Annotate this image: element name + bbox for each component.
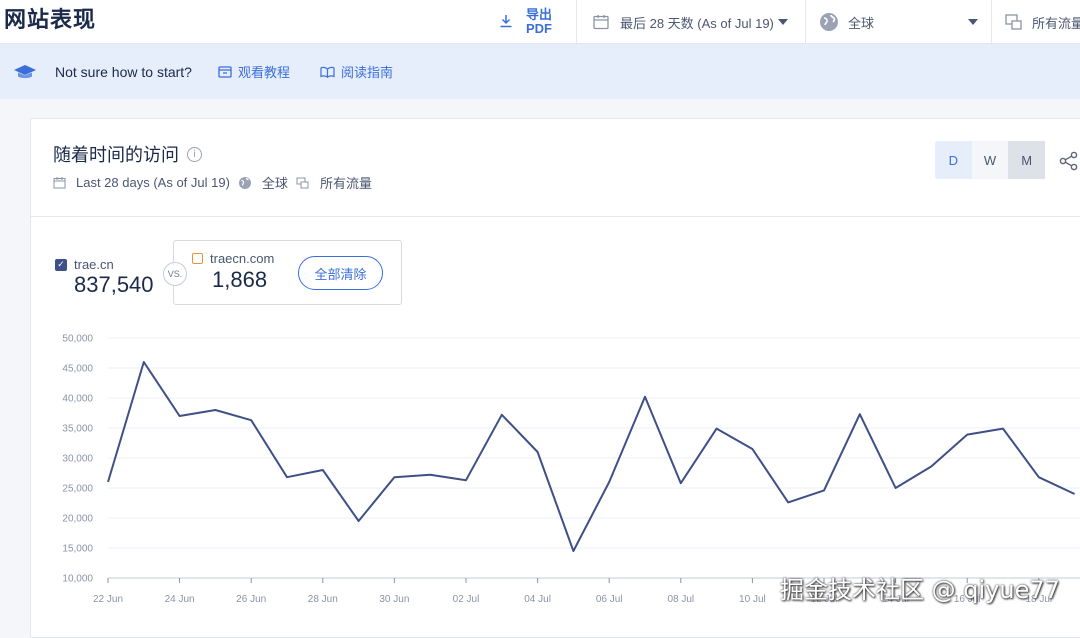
y-tick-label: 25,000 <box>62 484 93 495</box>
data-point[interactable] <box>854 408 866 420</box>
data-point[interactable] <box>925 460 937 472</box>
data-point[interactable] <box>496 409 508 421</box>
data-point[interactable] <box>209 404 221 416</box>
x-tick-label: 04 Jul <box>524 594 551 605</box>
x-tick-label: 30 Jun <box>379 594 409 605</box>
data-point[interactable] <box>1069 488 1080 500</box>
data-point[interactable] <box>138 356 150 368</box>
data-point[interactable] <box>460 474 472 486</box>
data-point[interactable] <box>961 429 973 441</box>
data-point[interactable] <box>746 443 758 455</box>
data-point[interactable] <box>567 545 579 557</box>
y-tick-label: 45,000 <box>62 364 93 375</box>
data-point[interactable] <box>281 471 293 483</box>
watermark: 掘金技术社区 @ qiyue77 <box>780 576 1060 604</box>
data-point[interactable] <box>353 515 365 527</box>
data-point[interactable] <box>997 423 1009 435</box>
y-tick-label: 20,000 <box>62 514 93 525</box>
series-line-trae.cn[interactable] <box>107 361 1076 552</box>
data-point[interactable] <box>174 410 186 422</box>
data-point[interactable] <box>639 391 651 403</box>
data-point[interactable] <box>603 476 615 488</box>
data-point[interactable] <box>388 471 400 483</box>
x-tick-label: 06 Jul <box>596 594 623 605</box>
x-tick-label: 28 Jun <box>308 594 338 605</box>
x-tick-label: 10 Jul <box>739 594 766 605</box>
y-tick-label: 10,000 <box>62 574 93 585</box>
x-tick-label: 02 Jul <box>453 594 480 605</box>
data-point[interactable] <box>818 484 830 496</box>
x-tick-label: 22 Jun <box>93 594 123 605</box>
chart-series <box>102 356 1080 557</box>
data-point[interactable] <box>102 476 114 488</box>
y-axis: 10,000 15,000 20,000 25,000 30,000 35,000 40,0… <box>62 334 93 585</box>
data-point[interactable] <box>782 496 794 508</box>
y-tick-label: 40,000 <box>62 394 93 405</box>
data-point[interactable] <box>532 446 544 458</box>
data-point[interactable] <box>890 482 902 494</box>
data-point[interactable] <box>424 469 436 481</box>
y-tick-label: 50,000 <box>62 334 93 345</box>
x-tick-label: 24 Jun <box>165 594 195 605</box>
visits-line-chart: 10,000 15,000 20,000 25,000 30,000 35,000 40,0… <box>62 334 1080 605</box>
data-point[interactable] <box>675 477 687 489</box>
data-point[interactable] <box>245 414 257 426</box>
y-tick-label: 35,000 <box>62 424 93 435</box>
data-point[interactable] <box>711 423 723 435</box>
x-tick-label: 26 Jun <box>236 594 266 605</box>
y-tick-label: 15,000 <box>62 544 93 555</box>
chart-grid <box>108 337 1080 579</box>
data-point[interactable] <box>317 464 329 476</box>
x-tick-label: 08 Jul <box>667 594 694 605</box>
data-point[interactable] <box>1033 471 1045 483</box>
y-tick-label: 30,000 <box>62 454 93 465</box>
